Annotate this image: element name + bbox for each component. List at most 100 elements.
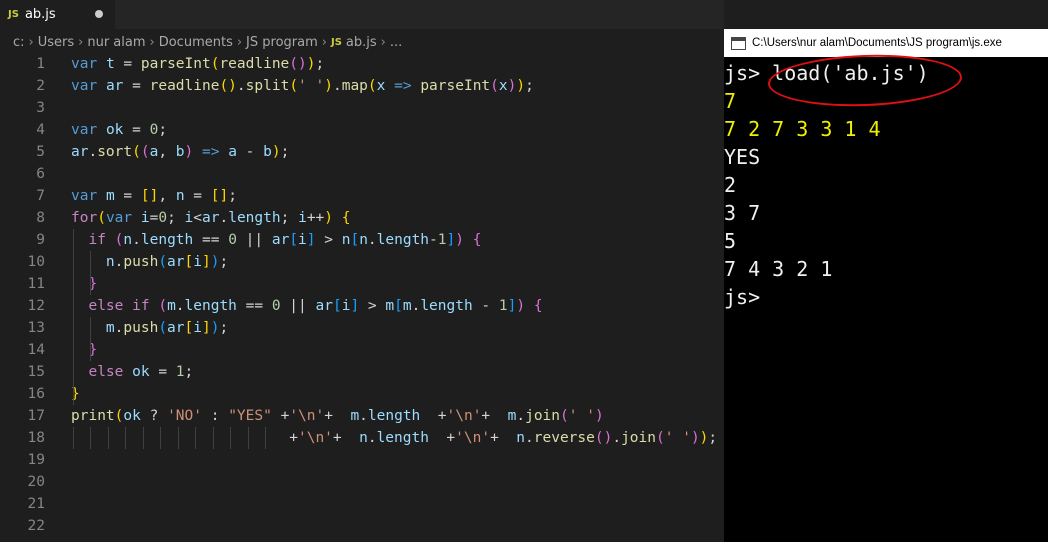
code-line[interactable]: 20 — [0, 471, 724, 493]
indent-guide — [125, 427, 127, 449]
line-number: 3 — [36, 100, 45, 116]
breadcrumb-drive[interactable]: c: — [13, 35, 25, 50]
line-number: 18 — [27, 430, 45, 446]
code-line[interactable]: 8 for(var i=0; i<ar.length; i++) { — [0, 207, 724, 229]
console-line: 7 — [724, 89, 737, 113]
code-text: } — [88, 342, 98, 358]
indent-guide — [107, 427, 109, 449]
code-line[interactable]: 15 else ok = 1; — [0, 361, 724, 383]
code-line[interactable]: 14 } — [0, 339, 724, 361]
line-number: 22 — [27, 518, 45, 534]
line-number: 4 — [36, 122, 45, 138]
console-line: 3 7 — [724, 201, 761, 225]
tab-bar: JS ab.js — [0, 0, 724, 29]
console-window[interactable]: C:\Users\nur alam\Documents\JS program\j… — [724, 29, 1048, 542]
chevron-right-icon: › — [321, 34, 327, 50]
code-line[interactable]: 1 var t = parseInt(readline()); — [0, 53, 724, 75]
line-number: 2 — [36, 78, 45, 94]
code-line[interactable]: 9 if (n.length == 0 || ar[i] > n[n.lengt… — [0, 229, 724, 251]
console-titlebar[interactable]: C:\Users\nur alam\Documents\JS program\j… — [724, 29, 1048, 57]
line-number: 16 — [27, 386, 45, 402]
line-number: 6 — [36, 166, 45, 182]
line-number: 13 — [27, 320, 45, 336]
code-line[interactable]: 17 print(ok ? 'NO' : "YES" +'\n'+ m.lengt… — [0, 405, 724, 427]
unsaved-dot-icon[interactable] — [95, 10, 103, 18]
tab-filename: ab.js — [24, 7, 56, 22]
line-number: 5 — [36, 144, 45, 160]
code-line[interactable]: 22 — [0, 515, 724, 537]
indent-guide — [247, 427, 249, 449]
code-line[interactable]: 3 — [0, 97, 724, 119]
breadcrumb: c: › Users › nur alam › Documents › JS p… — [0, 31, 724, 53]
code-text: ar.sort((a, b) => a - b); — [71, 144, 290, 160]
code-line[interactable]: 13 m.push(ar[i]); — [0, 317, 724, 339]
code-line[interactable]: 10 n.push(ar[i]); — [0, 251, 724, 273]
code-text: n.push(ar[i]); — [105, 254, 229, 270]
chevron-right-icon: › — [28, 34, 34, 50]
code-text: var m = [], n = []; — [71, 188, 237, 204]
code-line[interactable]: 11 } — [0, 273, 724, 295]
code-text: m.push(ar[i]); — [105, 320, 229, 336]
breadcrumb-js-program[interactable]: JS program — [246, 35, 318, 50]
tab-ab-js[interactable]: JS ab.js — [0, 0, 115, 29]
code-line[interactable]: 6 — [0, 163, 724, 185]
code-text: for(var i=0; i<ar.length; i++) { — [71, 210, 351, 226]
console-line: 7 4 3 2 1 — [724, 257, 833, 281]
indent-guide — [142, 427, 144, 449]
breadcrumb-file[interactable]: ab.js — [346, 35, 377, 50]
console-window-icon — [731, 36, 746, 50]
console-line: js> — [724, 285, 761, 309]
line-number: 7 — [36, 188, 45, 204]
code-line[interactable]: 12 else if (m.length == 0 || ar[i] > m[m… — [0, 295, 724, 317]
code-line[interactable]: 21 — [0, 493, 724, 515]
breadcrumb-more[interactable]: ... — [390, 35, 402, 50]
code-text: var ok = 0; — [71, 122, 168, 138]
console-title: C:\Users\nur alam\Documents\JS program\j… — [752, 37, 1002, 49]
code-line[interactable]: 4 var ok = 0; — [0, 119, 724, 141]
line-number: 9 — [36, 232, 45, 248]
js-file-icon: JS — [330, 36, 342, 48]
line-number: 20 — [27, 474, 45, 490]
line-number: 1 — [36, 56, 45, 72]
line-number: 14 — [27, 342, 45, 358]
chevron-right-icon: › — [236, 34, 243, 50]
indent-guide — [73, 427, 74, 449]
code-text: var t = parseInt(readline()); — [71, 56, 325, 72]
breadcrumb-user[interactable]: nur alam — [87, 35, 145, 50]
code-line[interactable]: 2 var ar = readline().split(' ').map(x =>… — [0, 75, 724, 97]
line-number: 11 — [27, 276, 45, 292]
chevron-right-icon: › — [380, 34, 386, 50]
indent-guide — [90, 427, 92, 449]
code-line[interactable]: 5 ar.sort((a, b) => a - b); — [0, 141, 724, 163]
console-line: 2 — [724, 173, 737, 197]
code-text: var ar = readline().split(' ').map(x => … — [71, 78, 534, 94]
indent-guide — [212, 427, 214, 449]
line-number: 10 — [27, 254, 45, 270]
indent-guide — [177, 427, 179, 449]
code-line[interactable]: 7 var m = [], n = []; — [0, 185, 724, 207]
code-text: } — [88, 276, 98, 292]
code-line[interactable]: 16} — [0, 383, 724, 405]
console-line: 7 2 7 3 3 1 4 — [724, 117, 881, 141]
code-text: if (n.length == 0 || ar[i] > n[n.length-… — [88, 232, 482, 248]
code-text: +'\n'+ n.length +'\n'+ n.reverse().join(… — [71, 430, 718, 446]
chevron-right-icon: › — [149, 34, 155, 50]
code-editor[interactable]: JS ab.js c: › Users › nur alam › Documen… — [0, 0, 724, 542]
indent-guide — [90, 251, 92, 295]
line-number: 21 — [27, 496, 45, 512]
code-line[interactable]: 19 — [0, 449, 724, 471]
indent-guide — [230, 427, 232, 449]
code-text: else ok = 1; — [88, 364, 194, 380]
code-text: else if (m.length == 0 || ar[i] > m[m.le… — [88, 298, 543, 314]
indent-guide — [73, 229, 74, 405]
breadcrumb-documents[interactable]: Documents — [159, 35, 233, 50]
indent-guide — [265, 427, 267, 449]
console-line: YES — [724, 145, 761, 169]
js-file-icon: JS — [8, 9, 19, 20]
console-line: 5 — [724, 229, 737, 253]
breadcrumb-users[interactable]: Users — [38, 35, 74, 50]
line-number: 19 — [27, 452, 45, 468]
line-number: 8 — [36, 210, 45, 226]
line-number: 15 — [27, 364, 45, 380]
indent-guide — [195, 427, 197, 449]
